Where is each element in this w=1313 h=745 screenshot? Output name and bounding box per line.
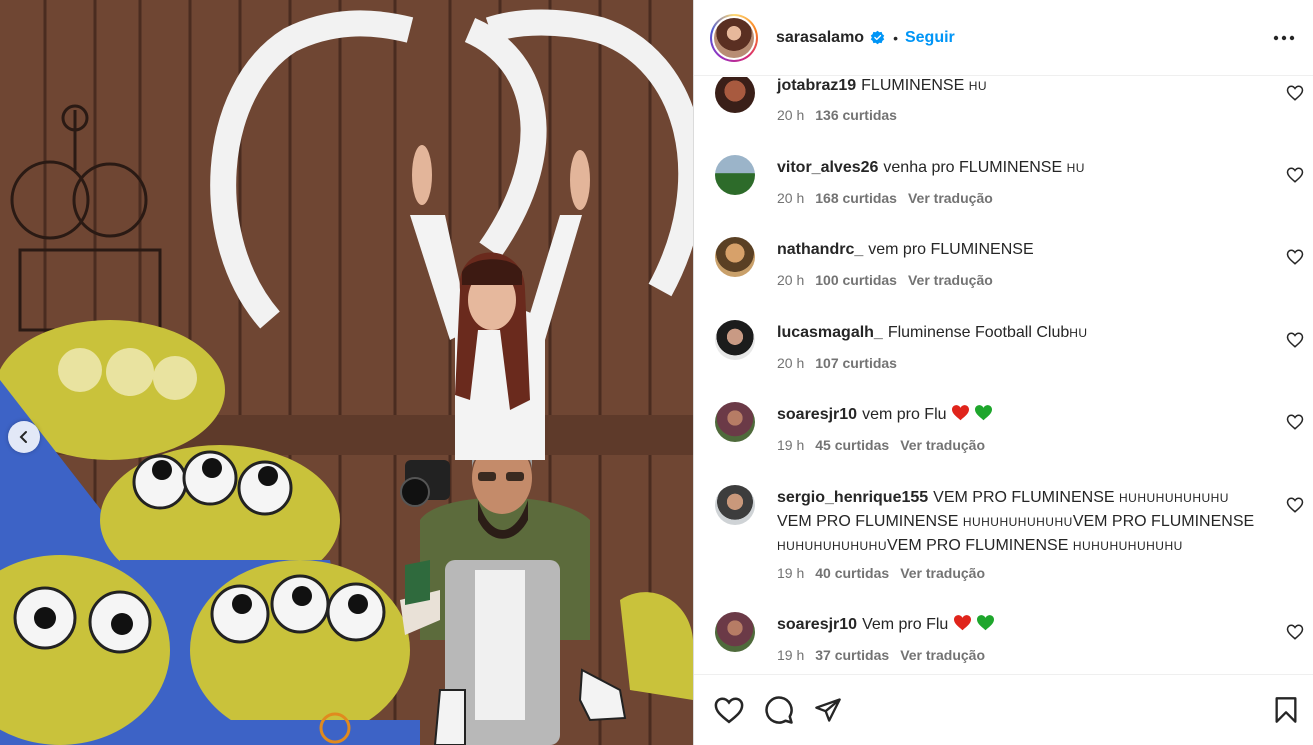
instagram-post-view: sarasalamo • Seguir jotabraz19 FLUMINENSE… bbox=[0, 0, 1313, 745]
chevron-left-icon bbox=[19, 431, 27, 443]
comment-text-suffix: HUHUHUHUHUHU bbox=[1072, 539, 1183, 553]
comment-button[interactable] bbox=[763, 694, 795, 726]
author-avatar[interactable] bbox=[710, 13, 758, 62]
comment-text: vem pro FLUMINENSE bbox=[868, 241, 1034, 258]
comment-text-suffix: HU bbox=[1069, 326, 1088, 340]
comment-text: venha pro FLUMINENSE bbox=[883, 159, 1067, 176]
comment-meta: 20 h 107 curtidas bbox=[777, 355, 908, 371]
post-header: sarasalamo • Seguir bbox=[694, 0, 1313, 76]
red-heart-emoji-icon bbox=[951, 405, 969, 421]
see-translation-link[interactable]: Ver tradução bbox=[900, 647, 985, 663]
comment-username[interactable]: soaresjr10 bbox=[777, 406, 857, 423]
comment-username[interactable]: nathandrc_ bbox=[777, 241, 863, 258]
green-heart-emoji-icon bbox=[977, 615, 995, 631]
comment-time[interactable]: 20 h bbox=[777, 355, 804, 371]
green-heart-emoji-icon bbox=[975, 405, 993, 421]
see-translation-link[interactable]: Ver tradução bbox=[900, 565, 985, 581]
post-action-bar bbox=[694, 674, 1313, 745]
comment-likes[interactable]: 136 curtidas bbox=[815, 107, 897, 123]
comment-time[interactable]: 19 h bbox=[777, 437, 804, 453]
comment-time[interactable]: 20 h bbox=[777, 272, 804, 288]
commenter-avatar[interactable] bbox=[715, 402, 755, 442]
commenter-avatar[interactable] bbox=[715, 612, 755, 652]
author-username[interactable]: sarasalamo bbox=[776, 29, 864, 47]
see-translation-link[interactable]: Ver tradução bbox=[908, 272, 993, 288]
comment-text-suffix: HUHUHUHUHUHU bbox=[962, 515, 1073, 529]
comment-text-suffix: HUHUHUHUHUHU bbox=[1118, 491, 1229, 505]
comment-username[interactable]: lucasmagalh_ bbox=[777, 324, 883, 341]
comment-time[interactable]: 20 h bbox=[777, 190, 804, 206]
save-button[interactable] bbox=[1270, 694, 1302, 726]
comment-text: vem pro Flu bbox=[862, 406, 951, 423]
comment-text: VEM PRO FLUMINENSE bbox=[777, 513, 963, 530]
heart-icon bbox=[714, 697, 744, 724]
verified-badge-icon bbox=[870, 30, 885, 45]
comment-text: Fluminense Football Club bbox=[887, 324, 1070, 341]
comment-like-icon[interactable] bbox=[1286, 331, 1304, 349]
comment-likes[interactable]: 100 curtidas bbox=[815, 272, 897, 288]
comment-text: FLUMINENSE bbox=[861, 77, 969, 94]
like-button[interactable] bbox=[713, 694, 745, 726]
post-side-panel: sarasalamo • Seguir jotabraz19 FLUMINENSE… bbox=[693, 0, 1313, 745]
comment-likes[interactable]: 40 curtidas bbox=[815, 565, 889, 581]
more-options-icon bbox=[1273, 35, 1295, 41]
carousel-previous-button[interactable] bbox=[8, 421, 40, 453]
share-button[interactable] bbox=[812, 694, 844, 726]
header-separator: • bbox=[893, 29, 898, 46]
comment-like-icon[interactable] bbox=[1286, 166, 1304, 184]
share-icon bbox=[815, 698, 841, 722]
comment-like-icon[interactable] bbox=[1286, 413, 1304, 431]
comment-likes[interactable]: 107 curtidas bbox=[815, 355, 897, 371]
comment-likes[interactable]: 168 curtidas bbox=[815, 190, 897, 206]
commenter-avatar[interactable] bbox=[715, 77, 755, 113]
post-image bbox=[0, 0, 693, 745]
commenter-avatar[interactable] bbox=[715, 320, 755, 360]
commenter-avatar[interactable] bbox=[715, 155, 755, 195]
comment-text-suffix: HUHUHUHUHUHU bbox=[777, 539, 887, 553]
comment-text: VEM PRO FLUMINENSE bbox=[887, 537, 1073, 554]
comment-likes[interactable]: 45 curtidas bbox=[815, 437, 889, 453]
comment-username[interactable]: jotabraz19 bbox=[777, 77, 856, 94]
comment-text: Vem pro Flu bbox=[862, 616, 953, 633]
bookmark-icon bbox=[1275, 697, 1297, 723]
comment-meta: 20 h 136 curtidas bbox=[777, 107, 908, 123]
post-photo[interactable] bbox=[0, 0, 693, 745]
comment-username[interactable]: sergio_henrique155 bbox=[777, 489, 928, 506]
comment-like-icon[interactable] bbox=[1286, 84, 1304, 102]
comment-username[interactable]: soaresjr10 bbox=[777, 616, 857, 633]
comment-text-suffix: HU bbox=[1066, 161, 1085, 175]
comment-time[interactable]: 20 h bbox=[777, 107, 804, 123]
comment-username[interactable]: vitor_alves26 bbox=[777, 159, 878, 176]
more-options-button[interactable] bbox=[1272, 26, 1296, 50]
comment-time[interactable]: 19 h bbox=[777, 565, 804, 581]
comment-like-icon[interactable] bbox=[1286, 623, 1304, 641]
comment-meta: 19 h 45 curtidas Ver tradução bbox=[777, 437, 996, 453]
see-translation-link[interactable]: Ver tradução bbox=[900, 437, 985, 453]
comment-meta: 20 h 168 curtidas Ver tradução bbox=[777, 190, 1004, 206]
comment-like-icon[interactable] bbox=[1286, 496, 1304, 514]
comment-meta: 19 h 40 curtidas Ver tradução bbox=[777, 565, 996, 581]
comments-list[interactable]: jotabraz19 FLUMINENSE HU 20 h 136 curtidas… bbox=[694, 77, 1313, 673]
comment-like-icon[interactable] bbox=[1286, 248, 1304, 266]
comment-text: VEM PRO FLUMINENSE bbox=[1072, 513, 1255, 530]
commenter-avatar[interactable] bbox=[715, 237, 755, 277]
comment-likes[interactable]: 37 curtidas bbox=[815, 647, 889, 663]
comment-meta: 20 h 100 curtidas Ver tradução bbox=[777, 272, 1004, 288]
see-translation-link[interactable]: Ver tradução bbox=[908, 190, 993, 206]
comment-time[interactable]: 19 h bbox=[777, 647, 804, 663]
follow-button[interactable]: Seguir bbox=[905, 29, 955, 47]
comment-icon bbox=[765, 696, 793, 724]
comment-text-suffix: HU bbox=[968, 79, 988, 93]
commenter-avatar[interactable] bbox=[715, 485, 755, 525]
red-heart-emoji-icon bbox=[953, 615, 971, 631]
comment-text: VEM PRO FLUMINENSE bbox=[933, 489, 1119, 506]
comment-meta: 19 h 37 curtidas Ver tradução bbox=[777, 647, 996, 663]
